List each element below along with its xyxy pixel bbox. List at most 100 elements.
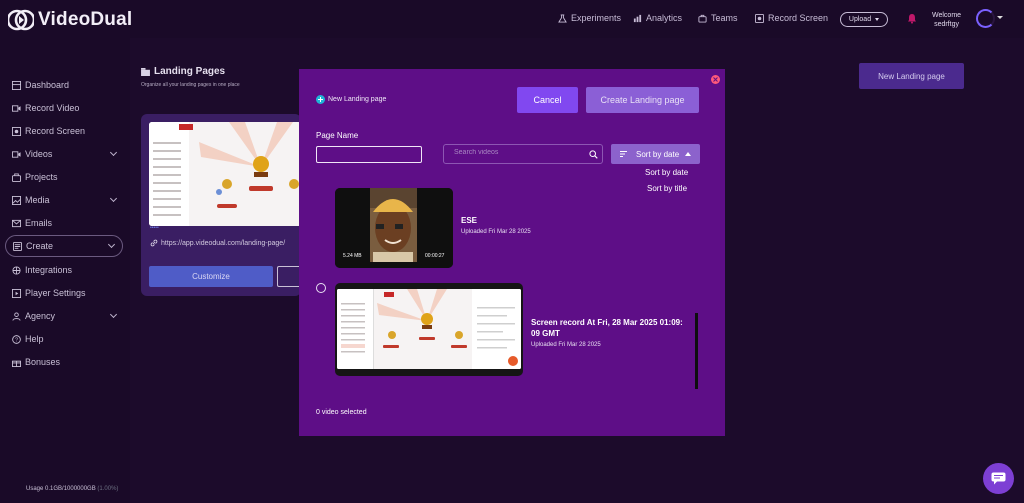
emails-icon	[12, 219, 21, 227]
chevron-down-icon	[109, 310, 118, 319]
landing-page-url: https://app.videodual.com/landing-page/	[161, 239, 286, 247]
projects-icon	[12, 172, 21, 182]
sort-option-title[interactable]: Sort by title	[647, 184, 687, 193]
video-size: 5.24 MB	[343, 253, 362, 259]
page-title-text: Landing Pages	[154, 66, 226, 77]
sidebar-item-agency[interactable]: Agency	[12, 309, 120, 323]
welcome-text: Welcome sedrftgy	[932, 11, 961, 29]
analytics-icon	[633, 14, 642, 22]
landing-page-thumbnail	[149, 122, 301, 226]
help-icon: ?	[12, 334, 21, 344]
sidebar-item-label: Agency	[25, 311, 56, 321]
nav-analytics[interactable]: Analytics	[633, 13, 682, 23]
player-settings-icon	[12, 288, 21, 298]
plus-circle-icon	[316, 95, 325, 104]
screen-record-preview-image	[337, 289, 521, 369]
customize-button[interactable]: Customize	[149, 266, 273, 287]
sidebar-item-label: Dashboard	[25, 80, 70, 90]
create-landing-page-button[interactable]: Create Landing page	[586, 87, 699, 113]
usage-percent: (1.00%)	[97, 486, 119, 492]
sidebar-item-create[interactable]: Create	[5, 235, 123, 257]
sidebar-item-player-settings[interactable]: Player Settings	[12, 286, 120, 300]
chat-icon	[991, 472, 1006, 485]
sidebar-item-label: Help	[25, 334, 44, 344]
search-videos-box[interactable]	[443, 144, 603, 164]
close-icon[interactable]	[711, 75, 720, 84]
sidebar-item-label: Record Video	[25, 103, 80, 113]
welcome-label: Welcome	[932, 12, 962, 19]
cancel-button[interactable]: Cancel	[517, 87, 578, 113]
logo-icon	[8, 9, 34, 31]
video-title: Screen record At Fri, 28 Mar 2025 01:09:…	[531, 317, 701, 339]
sidebar-item-label: Integrations	[25, 265, 73, 275]
close-x-glyph	[713, 77, 718, 82]
search-input[interactable]	[454, 149, 584, 156]
record-video-icon	[12, 104, 21, 112]
nav-record-screen[interactable]: Record Screen	[755, 13, 828, 23]
sidebar-item-help[interactable]: ? Help	[12, 332, 120, 346]
username: sedrftgy	[934, 21, 959, 28]
notification-bell-icon[interactable]	[907, 13, 917, 24]
video-title-line-2: 09 GMT	[531, 329, 560, 338]
upload-button[interactable]: Upload	[840, 12, 888, 27]
link-icon	[150, 239, 158, 247]
chevron-down-icon	[875, 18, 880, 21]
sort-current-label: Sort by date	[636, 149, 680, 159]
sidebar-item-label: Videos	[25, 149, 53, 159]
app-logo[interactable]: VideoDual	[8, 9, 132, 31]
chevron-down-icon	[109, 194, 118, 203]
card-secondary-button[interactable]	[277, 266, 301, 287]
sidebar-item-videos[interactable]: Videos	[12, 147, 120, 161]
sidebar-item-projects[interactable]: Projects	[12, 170, 120, 184]
sidebar-item-bonuses[interactable]: Bonuses	[12, 355, 120, 369]
sidebar-item-dashboard[interactable]: Dashboard	[12, 78, 120, 92]
video-title-line-1: Screen record At Fri, 28 Mar 2025 01:09:	[531, 318, 683, 327]
chat-support-button[interactable]	[983, 463, 1014, 494]
sidebar-item-media[interactable]: Media	[12, 193, 120, 207]
new-landing-page-link[interactable]: New Landing page	[316, 95, 386, 104]
sidebar-item-record-screen[interactable]: Record Screen	[12, 124, 120, 138]
avatar[interactable]	[976, 9, 995, 28]
nav-teams[interactable]: Teams	[698, 13, 738, 23]
sort-dropdown[interactable]: Sort by date	[611, 144, 700, 164]
new-landing-page-button[interactable]: New Landing page	[859, 63, 964, 89]
experiments-icon	[558, 13, 567, 23]
sidebar-item-label: Media	[25, 195, 50, 205]
sidebar-item-record-video[interactable]: Record Video	[12, 101, 120, 115]
create-icon	[13, 241, 22, 251]
landing-page-icon	[141, 67, 150, 76]
record-screen-icon	[12, 126, 21, 136]
video-select-radio[interactable]	[316, 283, 326, 293]
search-icon[interactable]	[589, 150, 598, 159]
nav-record-screen-label: Record Screen	[768, 13, 829, 23]
sidebar-item-label: Bonuses	[25, 357, 61, 367]
usage-label: Usage 0.1GB/1000000GB	[26, 486, 96, 492]
landing-page-link[interactable]: https://app.videodual.com/landing-page/	[150, 239, 300, 247]
page-name-input[interactable]	[316, 146, 422, 163]
sidebar-item-emails[interactable]: Emails	[12, 216, 120, 230]
sidebar-item-label: Record Screen	[25, 126, 86, 136]
sidebar-item-label: Emails	[25, 218, 53, 228]
videos-icon	[12, 150, 21, 158]
chevron-down-icon[interactable]	[997, 16, 1003, 19]
page-name-label: Page Name	[316, 131, 359, 140]
nav-experiments[interactable]: Experiments	[558, 13, 621, 23]
sidebar-item-label: Player Settings	[25, 288, 86, 298]
svg-text:?: ?	[15, 337, 18, 343]
modal-scrollbar[interactable]	[695, 313, 698, 389]
upload-label: Upload	[848, 16, 872, 23]
sidebar-item-integrations[interactable]: Integrations	[12, 263, 120, 277]
app-name: VideoDual	[38, 9, 133, 30]
landing-page-preview-image	[149, 122, 301, 226]
video-uploaded-date: Uploaded Fri Mar 28 2025	[461, 229, 531, 235]
page-subtitle: Organize all your landing pages in one p…	[141, 82, 240, 88]
sort-option-date[interactable]: Sort by date	[645, 168, 688, 177]
top-bar: VideoDual Experiments Analytics Teams Re…	[0, 0, 1024, 38]
record-screen-icon	[755, 13, 764, 23]
chevron-down-icon	[107, 240, 116, 249]
sidebar-item-label: Create	[26, 241, 54, 251]
video-title: ESE	[461, 216, 478, 225]
bonuses-icon	[12, 360, 21, 367]
nav-teams-label: Teams	[711, 13, 738, 23]
video-thumbnail[interactable]	[335, 283, 523, 376]
